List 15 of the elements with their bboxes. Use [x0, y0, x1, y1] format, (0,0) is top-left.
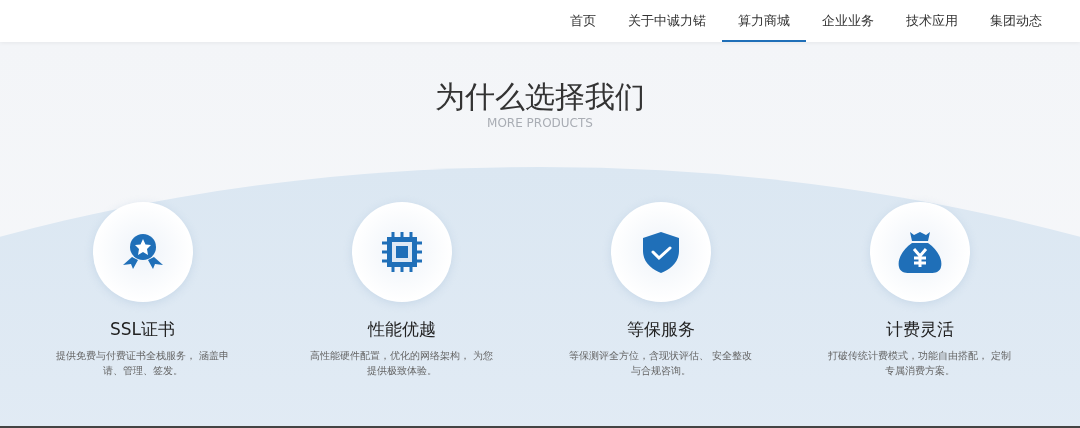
nav-link[interactable]: 关于中诚力锘 — [612, 0, 722, 42]
nav-link[interactable]: 首页 — [554, 0, 612, 42]
feature-description: 高性能硬件配置，优化的网络架构， 为您提供极致体验。 — [309, 349, 494, 378]
feature-title: 性能优越 — [367, 318, 436, 341]
feature-description: 提供免费与付费证书全栈服务， 涵盖申请、管理、签发。 — [54, 349, 231, 378]
feature-description: 打破传统计费模式，功能自由搭配， 定制专属消费方案。 — [827, 349, 1012, 378]
nav-link[interactable]: 企业业务 — [806, 0, 890, 42]
nav-link[interactable]: 集团动态 — [974, 0, 1058, 42]
feature-description: 等保测评全方位，含现状评估、 安全整改与合规咨询。 — [568, 349, 753, 378]
section-title: 为什么选择我们 — [435, 78, 645, 116]
section-subtitle: MORE PRODUCTS — [487, 116, 593, 130]
feature-title: SSL证书 — [109, 318, 176, 341]
feature-title: 等保服务 — [626, 318, 695, 341]
feature-title: 计费灵活 — [885, 318, 954, 341]
nav-link[interactable]: 技术应用 — [890, 0, 974, 42]
